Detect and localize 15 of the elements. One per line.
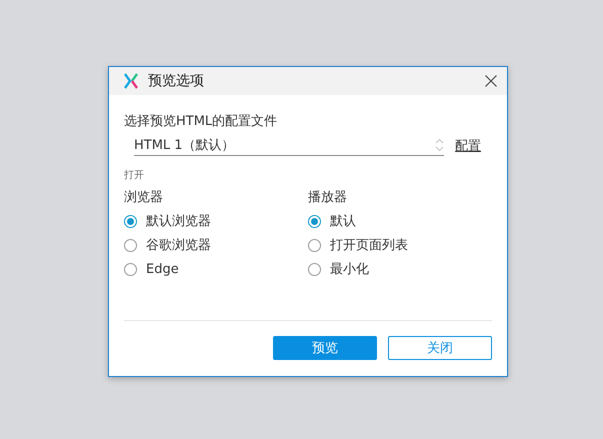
- section-label: 打开: [124, 168, 145, 182]
- config-link[interactable]: 配置: [455, 137, 481, 155]
- radio-option[interactable]: 打开页面列表: [308, 233, 492, 257]
- radio-option[interactable]: 默认浏览器: [124, 209, 308, 233]
- radio-option[interactable]: 谷歌浏览器: [124, 233, 308, 257]
- radio-option[interactable]: 最小化: [308, 257, 492, 281]
- radio-option[interactable]: Edge: [124, 257, 308, 281]
- profile-select[interactable]: HTML 1（默认）: [134, 134, 444, 156]
- logo-icon: [124, 73, 138, 89]
- window-title: 预览选项: [148, 72, 205, 90]
- group-title: 播放器: [308, 189, 348, 206]
- close-icon[interactable]: [485, 75, 497, 87]
- radio-option[interactable]: 默认: [308, 209, 492, 233]
- profile-label: 选择预览HTML的配置文件: [124, 113, 278, 130]
- group-title: 浏览器: [124, 189, 164, 206]
